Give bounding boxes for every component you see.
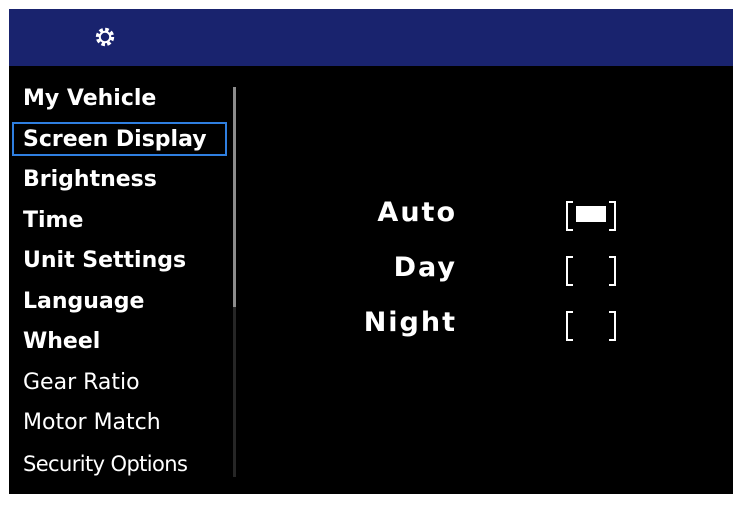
option-row-night[interactable]: Night <box>239 299 719 354</box>
checkbox-right-bracket <box>609 201 616 231</box>
option-row-day[interactable]: Day <box>239 244 719 299</box>
menu-item-gear-ratio[interactable]: Gear Ratio <box>9 363 233 404</box>
checkbox-right-bracket <box>609 256 616 286</box>
menu-item-label: Screen Display <box>23 126 207 152</box>
auto-checkbox[interactable] <box>566 201 616 231</box>
menu-item-wheel[interactable]: Wheel <box>9 322 233 363</box>
option-row-auto[interactable]: Auto <box>239 189 719 244</box>
checkbox-right-bracket <box>609 311 616 341</box>
menu-item-screen-display[interactable]: Screen Display <box>9 120 233 161</box>
menu-item-label: Unit Settings <box>23 248 187 273</box>
menu-item-brightness[interactable]: Brightness <box>9 160 233 201</box>
option-label: Auto <box>377 197 457 228</box>
settings-screen: My Vehicle Screen Display Brightness Tim… <box>9 9 733 494</box>
menu-item-label: My Vehicle <box>23 86 157 111</box>
menu-item-my-vehicle[interactable]: My Vehicle <box>9 79 233 120</box>
menu-item-security-options[interactable]: Security Options <box>9 444 233 485</box>
checkbox-left-bracket <box>566 201 573 231</box>
checkbox-left-bracket <box>566 256 573 286</box>
night-checkbox[interactable] <box>566 311 616 341</box>
scrollbar-thumb[interactable] <box>233 87 236 307</box>
menu-item-label: Brightness <box>23 167 157 192</box>
menu-item-unit-settings[interactable]: Unit Settings <box>9 241 233 282</box>
menu-item-label: Gear Ratio <box>23 369 140 395</box>
menu-item-label: Security Options <box>23 451 188 476</box>
menu-item-label: Language <box>23 288 145 314</box>
checkbox-left-bracket <box>566 311 573 341</box>
day-checkbox[interactable] <box>566 256 616 286</box>
display-mode-options: Auto Day Night <box>239 189 719 354</box>
menu-item-language[interactable]: Language <box>9 282 233 323</box>
menu-item-label: Motor Match <box>23 410 161 435</box>
menu-item-motor-match[interactable]: Motor Match <box>9 403 233 444</box>
menu-scrollbar[interactable] <box>233 87 236 477</box>
header-bar <box>9 9 733 66</box>
menu-item-label: Time <box>23 207 84 233</box>
gear-icon[interactable] <box>93 25 117 49</box>
option-label: Night <box>363 307 457 338</box>
menu-item-time[interactable]: Time <box>9 201 233 242</box>
checkbox-check-fill <box>576 206 606 222</box>
menu-item-label: Wheel <box>23 329 101 354</box>
option-label: Day <box>393 252 457 283</box>
settings-menu: My Vehicle Screen Display Brightness Tim… <box>9 79 233 484</box>
